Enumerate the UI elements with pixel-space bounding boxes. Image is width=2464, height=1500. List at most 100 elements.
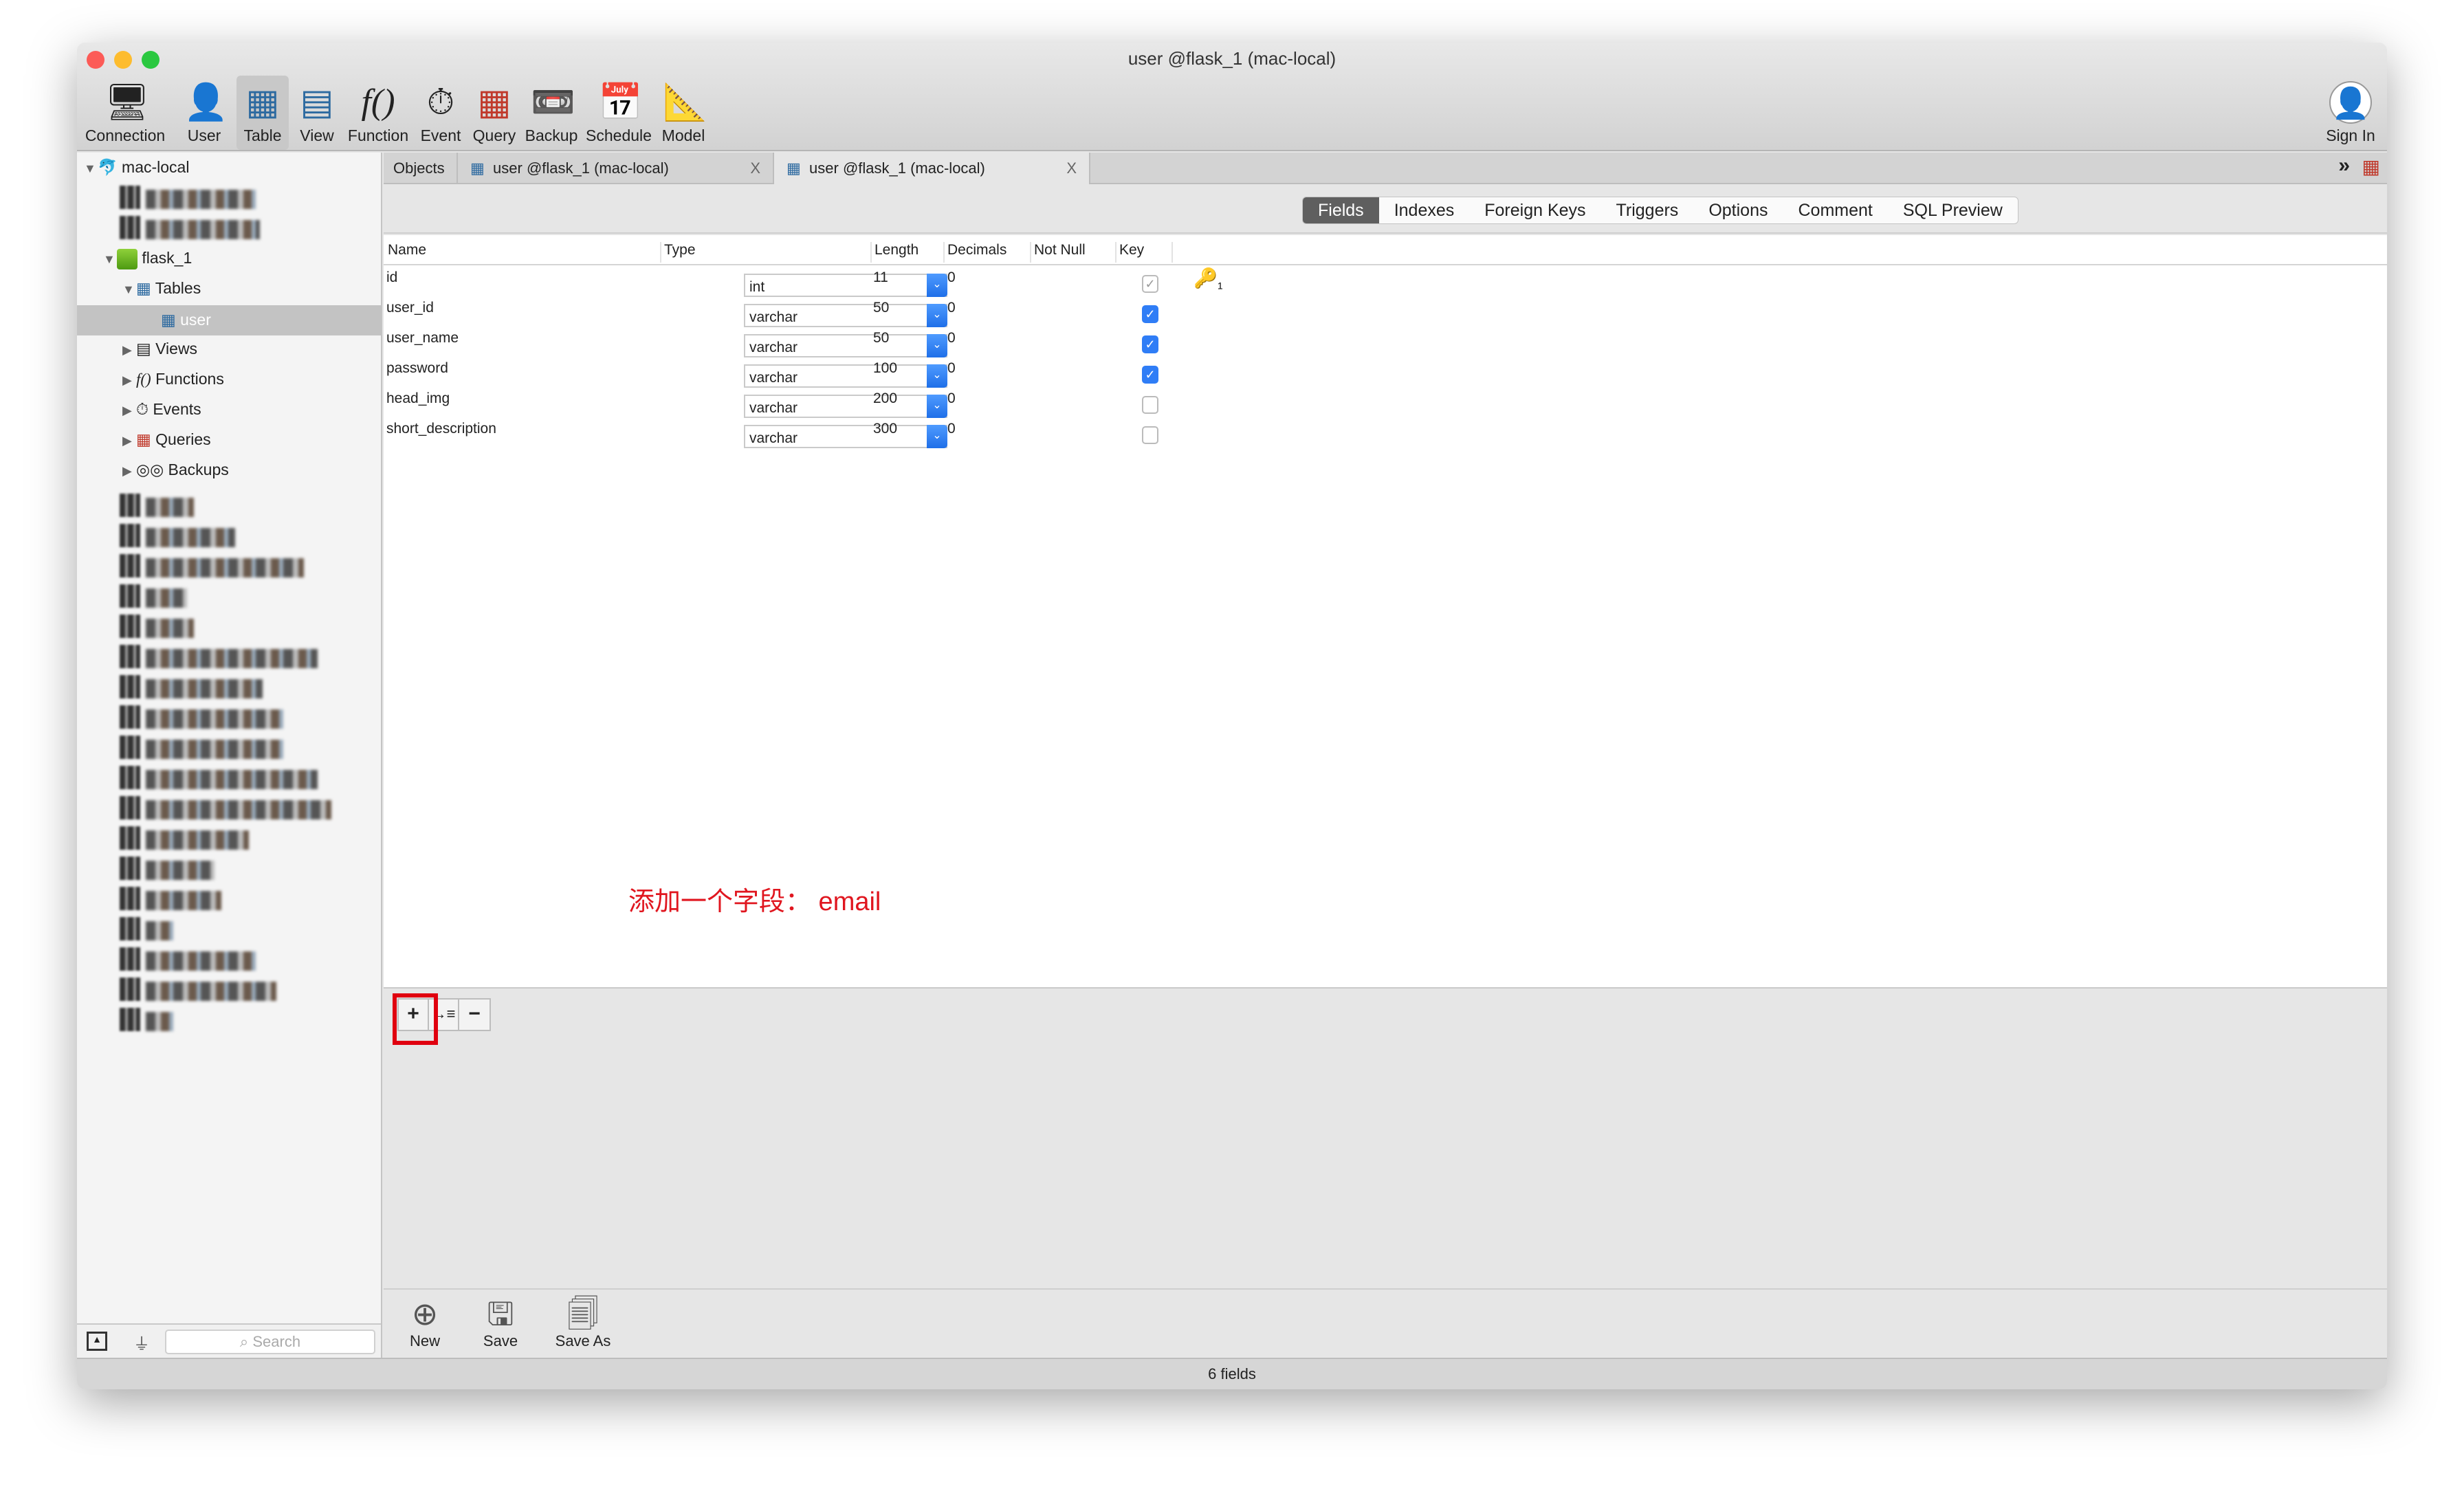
field-decimals[interactable]: 0 xyxy=(947,300,956,316)
tree-views[interactable]: ▶ ▤ Views xyxy=(122,340,197,358)
column-header-length[interactable]: Length xyxy=(870,242,918,263)
tab-objects[interactable]: Objects xyxy=(384,153,458,184)
tree-database-blurred[interactable] xyxy=(146,619,194,638)
toolbar-view[interactable]: ▤ View xyxy=(293,76,341,150)
field-decimals[interactable]: 0 xyxy=(947,360,956,377)
subtab-sql-preview[interactable]: SQL Preview xyxy=(1888,197,2018,223)
search-input[interactable]: ⌕ Search xyxy=(165,1330,375,1354)
overflow-chevron-icon[interactable]: » xyxy=(2338,154,2350,177)
tree-database-blurred[interactable] xyxy=(146,190,256,209)
subtab-triggers[interactable]: Triggers xyxy=(1601,197,1694,223)
tree-database-blurred[interactable] xyxy=(146,220,260,239)
field-length[interactable]: 11 xyxy=(873,269,888,286)
table-row[interactable]: head_img varchar ⌄ 200 0 xyxy=(384,388,2387,418)
tree-database-blurred[interactable] xyxy=(146,588,187,608)
table-row[interactable]: password varchar ⌄ 100 0 ✓ xyxy=(384,357,2387,388)
not-null-checkbox[interactable]: ✓ xyxy=(1142,305,1158,323)
new-query-table-icon[interactable]: ▦ xyxy=(2362,155,2380,178)
delete-field-button[interactable]: − xyxy=(459,1000,490,1030)
plug-icon[interactable]: ⏚ xyxy=(133,1330,150,1354)
save-button[interactable]: 🖫 Save xyxy=(480,1295,521,1350)
tree-database-blurred[interactable] xyxy=(146,1012,173,1031)
subtab-foreign-keys[interactable]: Foreign Keys xyxy=(1469,197,1600,223)
tree-functions[interactable]: ▶ f() Functions xyxy=(122,370,224,388)
tree-database-blurred[interactable] xyxy=(146,982,276,1001)
toolbar-backup[interactable]: 📼 Backup xyxy=(524,76,579,150)
tree-database-blurred[interactable] xyxy=(146,861,214,880)
field-decimals[interactable]: 0 xyxy=(947,269,956,286)
new-button[interactable]: ⊕ New xyxy=(404,1295,446,1350)
tree-database-flask-1[interactable]: ▼ flask_1 xyxy=(103,249,192,269)
field-decimals[interactable]: 0 xyxy=(947,421,956,437)
save-as-button[interactable]: 🗐 Save As xyxy=(549,1295,617,1350)
tree-tables[interactable]: ▼▦ Tables xyxy=(122,279,201,298)
not-null-checkbox[interactable]: ✓ xyxy=(1142,366,1158,384)
column-header-decimals[interactable]: Decimals xyxy=(943,242,1006,263)
table-row[interactable]: short_description varchar ⌄ 300 0 xyxy=(384,418,2387,448)
sign-in-button[interactable]: 👤 Sign In xyxy=(2320,76,2382,150)
type-select[interactable]: varchar ⌄ xyxy=(744,334,947,357)
type-select[interactable]: varchar ⌄ xyxy=(744,304,947,327)
tree-events[interactable]: ▶ ⏱ Events xyxy=(122,400,201,419)
tree-table-user[interactable]: ▦ user xyxy=(77,305,381,335)
table-row[interactable]: user_id varchar ⌄ 50 0 ✓ xyxy=(384,297,2387,327)
toolbar-function[interactable]: f() Function xyxy=(345,76,411,150)
tab-user-table[interactable]: ▦ user @flask_1 (mac-local) X xyxy=(458,153,774,184)
field-length[interactable]: 50 xyxy=(873,300,889,316)
tree-database-blurred[interactable] xyxy=(146,951,256,971)
type-select[interactable]: varchar ⌄ xyxy=(744,364,947,388)
toolbar-model[interactable]: 📐 Model xyxy=(659,76,708,150)
tree-database-blurred[interactable] xyxy=(146,528,235,547)
not-null-checkbox[interactable]: ✓ xyxy=(1142,335,1158,353)
field-name[interactable]: user_id xyxy=(386,300,434,316)
toolbar-event[interactable]: ⏱ Event xyxy=(417,76,465,150)
toolbar-table[interactable]: ▦ Table xyxy=(236,76,289,150)
subtab-indexes[interactable]: Indexes xyxy=(1379,197,1470,223)
column-header-key[interactable]: Key xyxy=(1115,242,1173,263)
tree-database-blurred[interactable] xyxy=(146,498,194,517)
table-row[interactable]: user_name varchar ⌄ 50 0 ✓ xyxy=(384,327,2387,357)
field-length[interactable]: 300 xyxy=(873,421,897,437)
table-row[interactable]: id int ⌄ 11 0 ✓ 🔑1 xyxy=(384,267,2387,297)
field-length[interactable]: 50 xyxy=(873,330,889,346)
tree-database-blurred[interactable] xyxy=(146,800,331,819)
tree-database-blurred[interactable] xyxy=(146,709,283,729)
tab-close-button[interactable]: X xyxy=(1066,153,1077,184)
toolbar-user[interactable]: 👤 User xyxy=(180,76,228,150)
tree-database-blurred[interactable] xyxy=(146,770,318,789)
field-name[interactable]: user_name xyxy=(386,330,459,346)
field-decimals[interactable]: 0 xyxy=(947,390,956,407)
field-decimals[interactable]: 0 xyxy=(947,330,956,346)
tree-database-blurred[interactable] xyxy=(146,740,283,759)
toolbar-schedule[interactable]: 📅 Schedule xyxy=(584,76,653,150)
not-null-checkbox[interactable] xyxy=(1142,396,1158,414)
tree-database-blurred[interactable] xyxy=(146,558,304,577)
subtab-fields[interactable]: Fields xyxy=(1303,197,1379,223)
subtab-comment[interactable]: Comment xyxy=(1783,197,1887,223)
toolbar-query[interactable]: ▦ Query xyxy=(470,76,518,150)
eject-icon[interactable]: ▲ xyxy=(87,1332,107,1351)
column-header-type[interactable]: Type xyxy=(660,242,696,263)
tree-backups[interactable]: ▶ ◎◎ Backups xyxy=(122,461,229,479)
column-header-name[interactable]: Name xyxy=(385,242,426,263)
field-name[interactable]: password xyxy=(386,360,448,377)
tree-queries[interactable]: ▶ ▦ Queries xyxy=(122,430,211,449)
tree-database-blurred[interactable] xyxy=(146,830,249,850)
type-select[interactable]: int ⌄ xyxy=(744,274,947,297)
not-null-checkbox[interactable] xyxy=(1142,426,1158,444)
tab-close-button[interactable]: X xyxy=(750,153,760,184)
type-select[interactable]: varchar ⌄ xyxy=(744,425,947,448)
tab-user-design[interactable]: ▦ user @flask_1 (mac-local) X xyxy=(774,153,1090,184)
tree-database-blurred[interactable] xyxy=(146,679,263,698)
column-header-not-null[interactable]: Not Null xyxy=(1030,242,1086,263)
field-name[interactable]: id xyxy=(386,269,397,286)
tree-database-blurred[interactable] xyxy=(146,921,173,940)
field-name[interactable]: short_description xyxy=(386,421,496,437)
type-select[interactable]: varchar ⌄ xyxy=(744,395,947,418)
field-length[interactable]: 100 xyxy=(873,360,897,377)
toolbar-connection[interactable]: 🖥 Connection xyxy=(84,76,166,150)
field-length[interactable]: 200 xyxy=(873,390,897,407)
tree-database-blurred[interactable] xyxy=(146,891,221,910)
subtab-options[interactable]: Options xyxy=(1693,197,1783,223)
field-name[interactable]: head_img xyxy=(386,390,450,407)
